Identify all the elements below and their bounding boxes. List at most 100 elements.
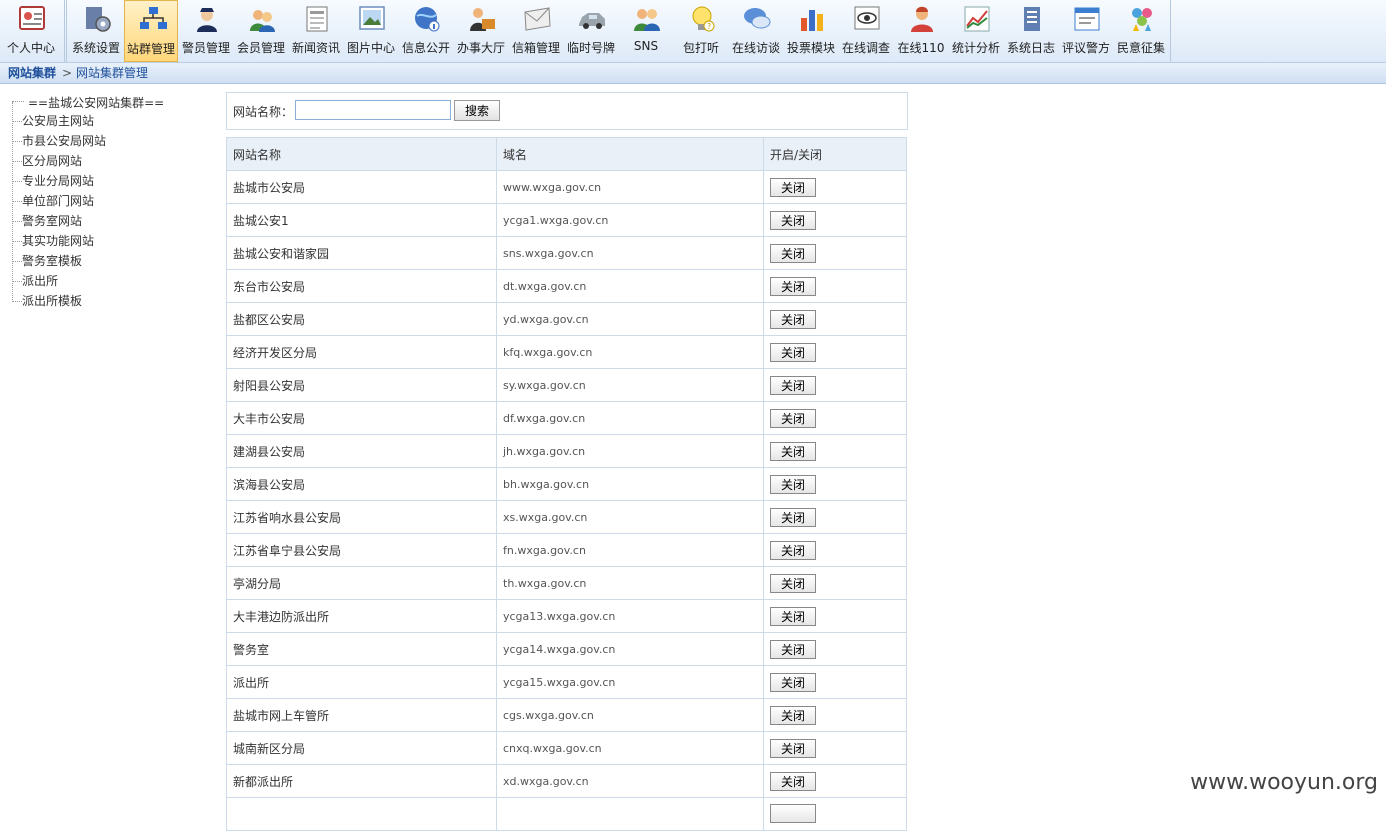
close-site-button[interactable]	[770, 803, 816, 823]
toggle-cell: 关闭	[763, 401, 907, 435]
close-site-button[interactable]: 关闭	[770, 375, 816, 395]
close-site-button[interactable]: 关闭	[770, 243, 816, 263]
toolbar-item[interactable]: 在线访谈	[729, 0, 783, 62]
site-name-cell: 警务室	[226, 632, 497, 666]
toolbar-item[interactable]: 办事大厅	[454, 0, 508, 62]
table-row	[226, 797, 907, 831]
tree-item[interactable]: 警务室网站	[12, 211, 82, 231]
toolbar-item[interactable]: 警员管理	[179, 0, 233, 62]
site-name-cell: 盐城市公安局	[226, 170, 497, 204]
tree-root-label[interactable]: ==盐城公安网站集群==	[28, 94, 164, 111]
close-site-button[interactable]: 关闭	[770, 705, 816, 725]
domain-cell: kfq.wxga.gov.cn	[496, 335, 764, 369]
toolbar-item-label: 系统日志	[1006, 41, 1055, 55]
toolbar-item[interactable]: 站群管理	[124, 0, 178, 62]
toolbar-item[interactable]: 新闻资讯	[289, 0, 343, 62]
toolbar-item-label: 在线访谈	[731, 41, 780, 55]
toolbar-item-label: 新闻资讯	[291, 41, 340, 55]
breadcrumb-current-link[interactable]: 网站集群管理	[76, 63, 148, 83]
toolbar-item-label: 在线110	[897, 41, 945, 55]
breadcrumb-root-link[interactable]: 网站集群	[8, 63, 56, 83]
close-site-button[interactable]: 关闭	[770, 441, 816, 461]
toggle-cell: 关闭	[763, 269, 907, 303]
site-name-search-input[interactable]	[295, 100, 451, 120]
domain-cell: ycga1.wxga.gov.cn	[496, 203, 764, 237]
mailbox-icon	[522, 4, 552, 34]
tree-branch-connector	[12, 141, 22, 142]
breadcrumb-separator: >	[62, 66, 73, 80]
close-site-button[interactable]: 关闭	[770, 606, 816, 626]
toolbar-item[interactable]: 信箱管理	[509, 0, 563, 62]
toggle-cell: 关闭	[763, 731, 907, 765]
domain-cell: df.wxga.gov.cn	[496, 401, 764, 435]
close-site-button[interactable]: 关闭	[770, 738, 816, 758]
survey-eye-icon	[852, 4, 882, 34]
close-site-button[interactable]: 关闭	[770, 540, 816, 560]
tree-branch-connector	[12, 201, 22, 202]
close-site-button[interactable]: 关闭	[770, 309, 816, 329]
toolbar-item[interactable]: ? 包打听	[674, 0, 728, 62]
table-row: 盐都区公安局 yd.wxga.gov.cn 关闭	[226, 302, 907, 336]
table-row: 射阳县公安局 sy.wxga.gov.cn 关闭	[226, 368, 907, 402]
toggle-cell: 关闭	[763, 764, 907, 798]
toolbar-item[interactable]: 个人中心	[4, 0, 58, 62]
tree-item[interactable]: 专业分局网站	[12, 171, 94, 191]
site-name-cell: 盐都区公安局	[226, 302, 497, 336]
toolbar-item[interactable]: 统计分析	[949, 0, 1003, 62]
tree-item[interactable]: 其实功能网站	[12, 231, 94, 251]
tree-branch-connector	[12, 261, 22, 262]
tree-branch-connector	[12, 221, 22, 222]
close-site-button[interactable]: 关闭	[770, 573, 816, 593]
close-site-button[interactable]: 关闭	[770, 276, 816, 296]
toolbar-item[interactable]: 系统日志	[1004, 0, 1058, 62]
toolbar-item[interactable]: 信息公开	[399, 0, 453, 62]
toolbar-item[interactable]: 民意征集	[1114, 0, 1168, 62]
tree-item[interactable]: 派出所模板	[12, 291, 82, 311]
tree-item[interactable]: 单位部门网站	[12, 191, 94, 211]
tree-item[interactable]: 区分局网站	[12, 151, 82, 171]
tree-item[interactable]: 警务室模板	[12, 251, 82, 271]
site-name-cell: 江苏省阜宁县公安局	[226, 533, 497, 567]
tree-item[interactable]: 派出所	[12, 271, 58, 291]
toolbar-item[interactable]: 在线110	[894, 0, 948, 62]
toolbar-item[interactable]: 临时号牌	[564, 0, 618, 62]
domain-cell: xd.wxga.gov.cn	[496, 764, 764, 798]
tree-item[interactable]: 公安局主网站	[12, 111, 94, 131]
close-site-button[interactable]: 关闭	[770, 507, 816, 527]
close-site-button[interactable]: 关闭	[770, 771, 816, 791]
close-site-button[interactable]: 关闭	[770, 408, 816, 428]
table-row: 警务室 ycga14.wxga.gov.cn 关闭	[226, 632, 907, 666]
domain-cell: ycga15.wxga.gov.cn	[496, 665, 764, 699]
toolbar-item[interactable]: 图片中心	[344, 0, 398, 62]
table-row: 江苏省阜宁县公安局 fn.wxga.gov.cn 关闭	[226, 533, 907, 567]
domain-cell: ycga13.wxga.gov.cn	[496, 599, 764, 633]
image-center-icon	[357, 4, 387, 34]
toggle-cell: 关闭	[763, 170, 907, 204]
tree-branch-connector	[12, 161, 22, 162]
toggle-cell: 关闭	[763, 533, 907, 567]
tree-branch-connector	[12, 241, 22, 242]
table-row: 经济开发区分局 kfq.wxga.gov.cn 关闭	[226, 335, 907, 369]
toolbar-item[interactable]: 在线调查	[839, 0, 893, 62]
toolbar-item[interactable]: 投票模块	[784, 0, 838, 62]
toggle-cell: 关闭	[763, 500, 907, 534]
close-site-button[interactable]: 关闭	[770, 474, 816, 494]
site-table-container: 网站名称 域名 开启/关闭 盐城市公安局 www.wxga.gov.cn 关闭 盐城公…	[226, 137, 907, 831]
search-label: 网站名称：	[233, 105, 294, 119]
watermark-text: www.wooyun.org	[1190, 770, 1378, 795]
close-site-button[interactable]: 关闭	[770, 210, 816, 230]
toolbar-item[interactable]: SNS	[619, 0, 673, 62]
close-site-button[interactable]: 关闭	[770, 177, 816, 197]
sns-icon	[632, 4, 662, 34]
tree-item[interactable]: 市县公安局网站	[12, 131, 106, 151]
toolbar-item[interactable]: 系统设置	[69, 0, 123, 62]
close-site-button[interactable]: 关闭	[770, 639, 816, 659]
site-name-cell: 城南新区分局	[226, 731, 497, 765]
search-button[interactable]: 搜索	[454, 100, 500, 121]
tree-item-label: 市县公安局网站	[22, 134, 107, 148]
toolbar-item[interactable]: 会员管理	[234, 0, 288, 62]
close-site-button[interactable]: 关闭	[770, 342, 816, 362]
close-site-button[interactable]: 关闭	[770, 672, 816, 692]
toolbar-item[interactable]: 评议警方	[1059, 0, 1113, 62]
svg-text:?: ?	[707, 22, 711, 31]
